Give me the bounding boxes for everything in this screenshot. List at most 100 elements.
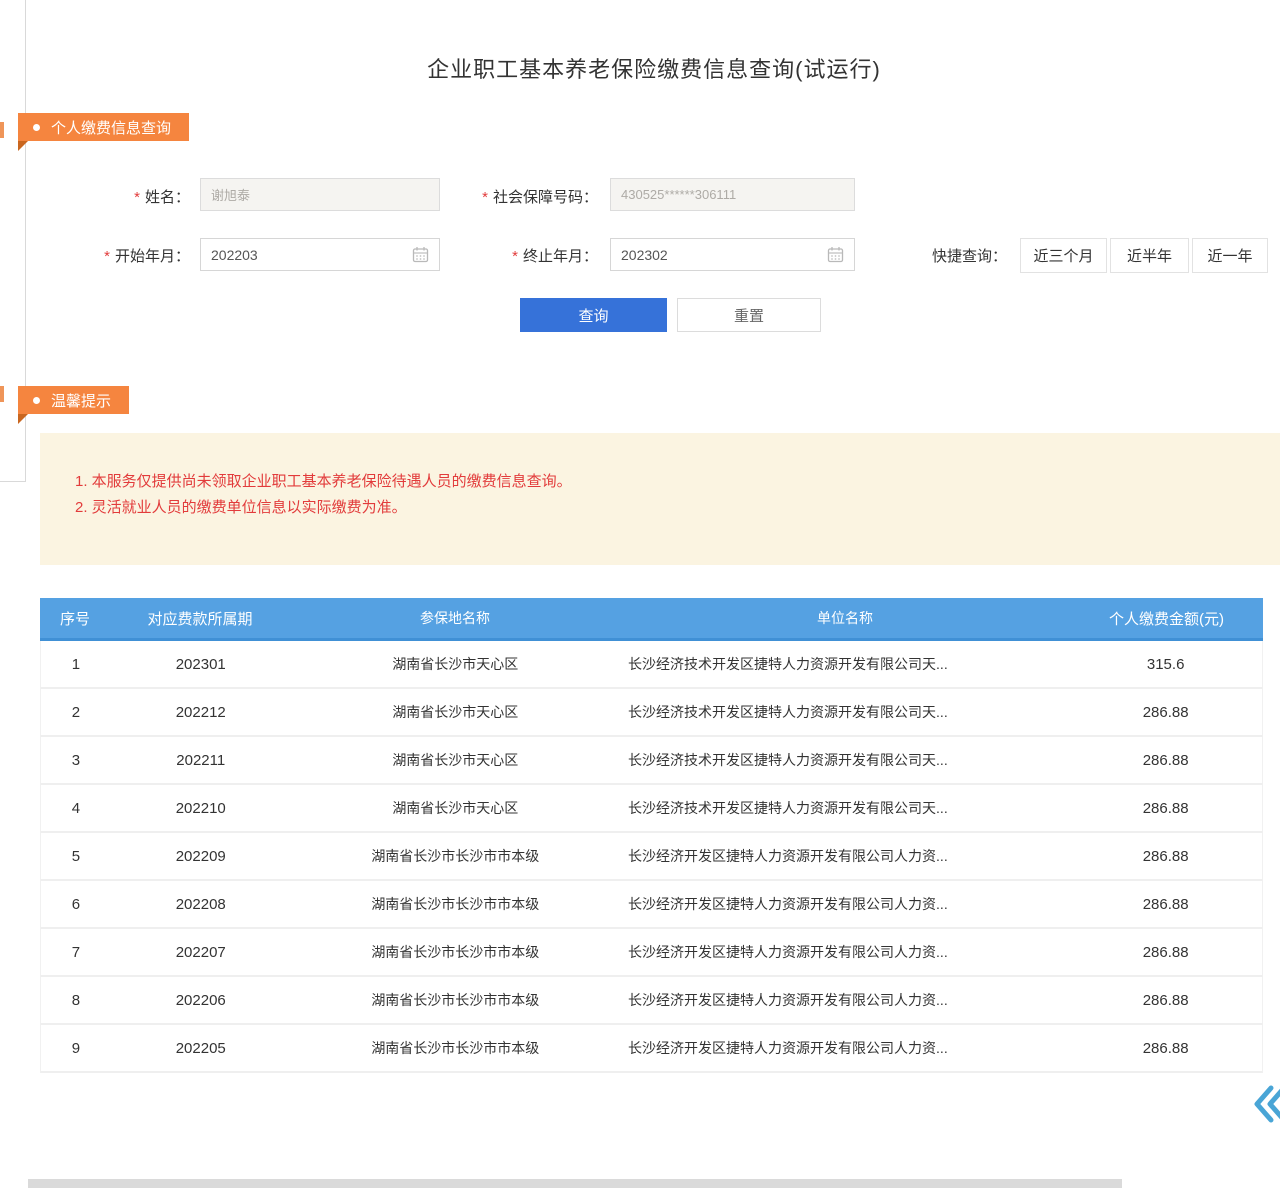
table-header-row: 序号 对应费款所属期 参保地名称 单位名称 个人缴费金额(元): [40, 598, 1263, 641]
header-employer: 单位名称: [620, 608, 1070, 628]
table-cell: 湖南省长沙市天心区: [291, 702, 620, 722]
required-mark: *: [104, 248, 110, 265]
table-cell: 长沙经济开发区捷特人力资源开发有限公司人力资...: [620, 846, 1069, 866]
required-mark: *: [134, 189, 140, 206]
table-row: 4202210湖南省长沙市天心区长沙经济技术开发区捷特人力资源开发有限公司天..…: [40, 785, 1263, 833]
quick-option-oneyear[interactable]: 近一年: [1192, 238, 1268, 273]
table-cell: 202212: [111, 704, 291, 721]
table-row: 6202208湖南省长沙市长沙市市本级长沙经济开发区捷特人力资源开发有限公司人力…: [40, 881, 1263, 929]
table-cell: 湖南省长沙市天心区: [291, 750, 620, 770]
start-month-label: *开始年月：: [80, 245, 190, 266]
calendar-icon[interactable]: [827, 246, 844, 263]
table-cell: 湖南省长沙市长沙市市本级: [291, 894, 620, 914]
table-cell: 长沙经济技术开发区捷特人力资源开发有限公司天...: [620, 750, 1069, 770]
table-body: 1202301湖南省长沙市天心区长沙经济技术开发区捷特人力资源开发有限公司天..…: [40, 641, 1263, 1073]
table-row: 3202211湖南省长沙市天心区长沙经济技术开发区捷特人力资源开发有限公司天..…: [40, 737, 1263, 785]
start-month-field[interactable]: 202203: [200, 238, 440, 271]
table-cell: 长沙经济技术开发区捷特人力资源开发有限公司天...: [620, 654, 1069, 674]
table-cell: 湖南省长沙市长沙市市本级: [291, 942, 620, 962]
section-header-personal-query: 个人缴费信息查询: [18, 113, 189, 141]
table-cell: 长沙经济技术开发区捷特人力资源开发有限公司天...: [620, 798, 1069, 818]
header-amount: 个人缴费金额(元): [1070, 608, 1263, 629]
ssn-value: 430525******306111: [621, 187, 736, 202]
table-cell: 202210: [111, 800, 291, 817]
table-cell: 8: [41, 992, 111, 1009]
table-cell: 湖南省长沙市长沙市市本级: [291, 990, 620, 1010]
table-cell: 286.88: [1069, 896, 1262, 913]
table-cell: 3: [41, 752, 111, 769]
table-cell: 长沙经济开发区捷特人力资源开发有限公司人力资...: [620, 942, 1069, 962]
calendar-icon[interactable]: [412, 246, 429, 263]
bullet-dot-icon: [33, 397, 40, 404]
quick-option-3months[interactable]: 近三个月: [1020, 238, 1107, 273]
table-row: 7202207湖南省长沙市长沙市市本级长沙经济开发区捷特人力资源开发有限公司人力…: [40, 929, 1263, 977]
table-cell: 湖南省长沙市长沙市市本级: [291, 1038, 620, 1058]
double-left-chevron-icon[interactable]: [1250, 1082, 1280, 1126]
table-cell: 长沙经济开发区捷特人力资源开发有限公司人力资...: [620, 1038, 1069, 1058]
required-mark: *: [482, 189, 488, 206]
table-row: 2202212湖南省长沙市天心区长沙经济技术开发区捷特人力资源开发有限公司天..…: [40, 689, 1263, 737]
quick-option-halfyear[interactable]: 近半年: [1110, 238, 1189, 273]
table-cell: 9: [41, 1040, 111, 1057]
table-cell: 202205: [111, 1040, 291, 1057]
end-month-label: *终止年月：: [488, 245, 598, 266]
table-cell: 202207: [111, 944, 291, 961]
notice-line: 2. 灵活就业人员的缴费单位信息以实际缴费为准。: [75, 495, 1260, 521]
table-cell: 5: [41, 848, 111, 865]
table-cell: 湖南省长沙市天心区: [291, 654, 620, 674]
start-month-value: 202203: [211, 247, 258, 263]
notice-line: 1. 本服务仅提供尚未领取企业职工基本养老保险待遇人员的缴费信息查询。: [75, 469, 1260, 495]
left-edge-fragment: [0, 122, 4, 138]
end-month-value: 202302: [621, 247, 668, 263]
header-period: 对应费款所属期: [110, 608, 290, 629]
ssn-field[interactable]: 430525******306111: [610, 178, 855, 211]
notice-box: 1. 本服务仅提供尚未领取企业职工基本养老保险待遇人员的缴费信息查询。 2. 灵…: [40, 433, 1280, 565]
table-cell: 长沙经济开发区捷特人力资源开发有限公司人力资...: [620, 990, 1069, 1010]
table-cell: 286.88: [1069, 1040, 1262, 1057]
table-cell: 湖南省长沙市长沙市市本级: [291, 846, 620, 866]
table-cell: 1: [41, 656, 111, 673]
table-cell: 286.88: [1069, 752, 1262, 769]
table-cell: 长沙经济技术开发区捷特人力资源开发有限公司天...: [620, 702, 1069, 722]
table-cell: 286.88: [1069, 992, 1262, 1009]
table-cell: 202206: [111, 992, 291, 1009]
pension-query-page: 企业职工基本养老保险缴费信息查询(试运行) 个人缴费信息查询 *姓名： 谢旭泰 …: [0, 0, 1280, 1188]
table-cell: 202301: [111, 656, 291, 673]
table-row: 5202209湖南省长沙市长沙市市本级长沙经济开发区捷特人力资源开发有限公司人力…: [40, 833, 1263, 881]
table-cell: 202209: [111, 848, 291, 865]
required-mark: *: [512, 248, 518, 265]
header-insured-place: 参保地名称: [290, 608, 620, 628]
end-month-field[interactable]: 202302: [610, 238, 855, 271]
table-row: 1202301湖南省长沙市天心区长沙经济技术开发区捷特人力资源开发有限公司天..…: [40, 641, 1263, 689]
table-row: 9202205湖南省长沙市长沙市市本级长沙经济开发区捷特人力资源开发有限公司人力…: [40, 1025, 1263, 1073]
name-label: *姓名：: [90, 186, 190, 207]
left-edge-fragment: [0, 386, 4, 402]
table-cell: 长沙经济开发区捷特人力资源开发有限公司人力资...: [620, 894, 1069, 914]
section-header-notice: 温馨提示: [18, 386, 129, 414]
table-cell: 286.88: [1069, 848, 1262, 865]
table-cell: 202211: [111, 752, 291, 769]
table-cell: 7: [41, 944, 111, 961]
section-title: 温馨提示: [51, 390, 111, 411]
bullet-dot-icon: [33, 124, 40, 131]
name-value: 谢旭泰: [211, 185, 250, 204]
section-title: 个人缴费信息查询: [51, 117, 171, 138]
page-title: 企业职工基本养老保险缴费信息查询(试运行): [28, 52, 1280, 84]
table-cell: 4: [41, 800, 111, 817]
ssn-label: *社会保障号码：: [460, 186, 598, 207]
table-cell: 286.88: [1069, 704, 1262, 721]
table-row: 8202206湖南省长沙市长沙市市本级长沙经济开发区捷特人力资源开发有限公司人力…: [40, 977, 1263, 1025]
reset-button[interactable]: 重置: [677, 298, 821, 332]
table-cell: 315.6: [1069, 656, 1262, 673]
bottom-divider: [28, 1179, 1122, 1188]
table-cell: 6: [41, 896, 111, 913]
header-seq: 序号: [40, 608, 110, 629]
query-button[interactable]: 查询: [520, 298, 667, 332]
name-field[interactable]: 谢旭泰: [200, 178, 440, 211]
table-cell: 202208: [111, 896, 291, 913]
table-cell: 286.88: [1069, 944, 1262, 961]
payment-records-table: 序号 对应费款所属期 参保地名称 单位名称 个人缴费金额(元) 1202301湖…: [40, 598, 1263, 1073]
table-cell: 286.88: [1069, 800, 1262, 817]
quick-query-label: 快捷查询：: [932, 245, 1007, 266]
table-cell: 2: [41, 704, 111, 721]
